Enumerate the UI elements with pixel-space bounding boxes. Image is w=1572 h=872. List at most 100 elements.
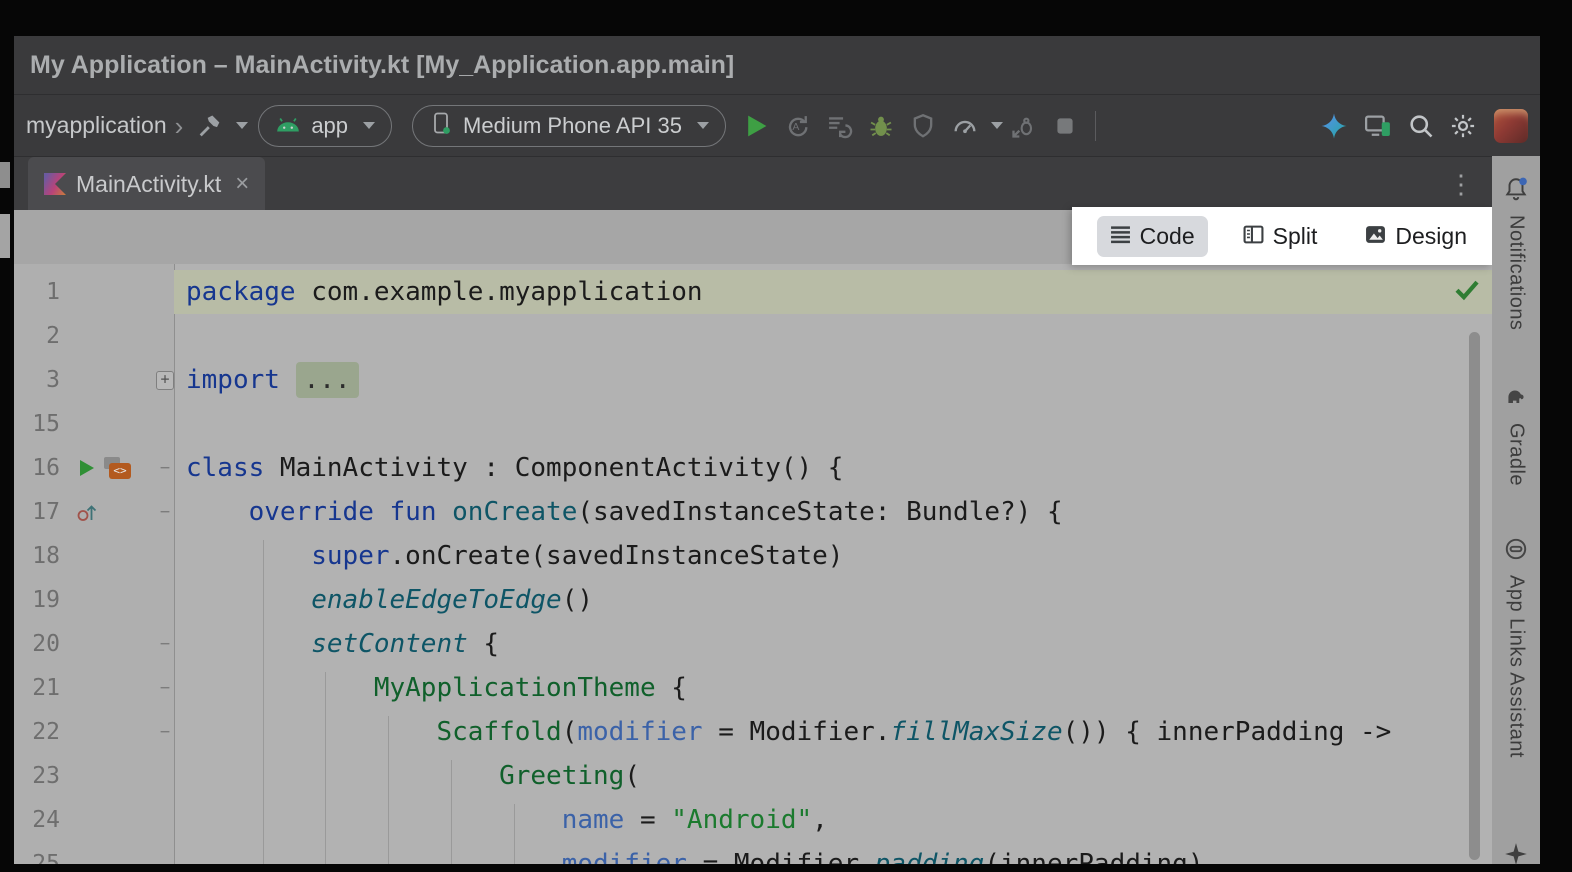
code-line[interactable]: 19 enableEdgeToEdge() [14,578,1492,622]
code-text[interactable]: setContent { [174,622,1492,666]
code-line[interactable]: 3+import ... [14,358,1492,402]
chevron-down-icon[interactable] [236,122,248,129]
tool-window-button-app-links-assistant[interactable]: App Links Assistant [1492,536,1540,758]
gutter-icons[interactable]: <> [60,446,156,490]
code-editor[interactable]: 1package com.example.myapplication23+imp… [14,264,1492,864]
more-options-icon[interactable]: ⋮ [1448,171,1474,197]
kotlin-file-icon [44,173,66,195]
code-line[interactable]: 24 name = "Android", [14,798,1492,842]
screenshot-root: My Application – MainActivity.kt [My_App… [0,0,1572,864]
view-mode-code[interactable]: Code [1097,216,1208,257]
tool-window-label: Notifications [1505,215,1528,330]
search-icon[interactable] [1407,112,1435,140]
attach-debugger-icon[interactable] [1010,112,1038,140]
code-text[interactable]: Greeting( [174,754,1492,798]
window-title: My Application – MainActivity.kt [My_App… [14,36,1540,94]
right-tool-stripe: Notifications Gradle App Links Assistant [1492,156,1540,864]
code-text[interactable]: enableEdgeToEdge() [174,578,1492,622]
fold-marker [156,534,174,578]
code-text[interactable]: MyApplicationTheme { [174,666,1492,710]
device-select[interactable]: Medium Phone API 35 [412,105,726,147]
fold-marker[interactable]: − [156,710,174,754]
code-line[interactable]: 25 modifier = Modifier.padding(innerPadd… [14,842,1492,864]
code-line[interactable]: 16 <>−class MainActivity : ComponentActiv… [14,446,1492,490]
restart-activity-icon[interactable]: A [783,112,811,140]
code-line[interactable]: 23 Greeting( [14,754,1492,798]
view-mode-split[interactable]: Split [1230,216,1331,257]
code-text[interactable]: package com.example.myapplication [174,270,1492,314]
line-number: 16 [14,446,60,490]
code-line[interactable]: 20− setContent { [14,622,1492,666]
code-line[interactable]: 21 − MyApplicationTheme { [14,666,1492,710]
fold-marker[interactable]: + [156,358,174,402]
editor-scrollbar[interactable] [1469,332,1480,860]
code-text[interactable]: Scaffold(modifier = Modifier.fillMaxSize… [174,710,1492,754]
code-line[interactable]: 1package com.example.myapplication [14,270,1492,314]
gutter-icons [60,710,156,754]
fold-marker [156,754,174,798]
split-view-icon [1243,223,1264,250]
inspection-check-icon[interactable] [1452,274,1482,309]
fold-marker [156,270,174,314]
sparkle-icon[interactable] [1503,841,1529,872]
gutter-icons[interactable] [60,490,156,534]
apply-changes-icon[interactable] [825,112,853,140]
code-text[interactable] [174,314,1492,358]
project-selector[interactable]: myapplication › [26,112,183,139]
gutter-icons [60,798,156,842]
code-line[interactable]: 15 [14,402,1492,446]
line-number: 21 [14,666,60,710]
tool-window-button-gradle[interactable]: Gradle [1492,384,1540,486]
run-gutter-icon [76,458,96,478]
gutter-icons [60,270,156,314]
fold-marker[interactable]: − [156,622,174,666]
gutter-icons [60,314,156,358]
line-number: 2 [14,314,60,358]
debug-bug-icon[interactable] [867,112,895,140]
close-icon[interactable]: × [235,170,249,198]
run-button[interactable] [743,113,769,139]
stop-icon[interactable] [1052,113,1078,139]
view-mode-design[interactable]: Design [1352,216,1480,257]
code-text[interactable]: super.onCreate(savedInstanceState) [174,534,1492,578]
code-text[interactable] [174,402,1492,446]
toolbar-separator [1095,111,1096,141]
profiler-gauge-icon[interactable] [951,112,979,140]
code-line[interactable]: 18 super.onCreate(savedInstanceState) [14,534,1492,578]
code-line[interactable]: 2 [14,314,1492,358]
fold-marker [156,314,174,358]
view-mode-label: Split [1273,223,1318,250]
fold-marker[interactable]: − [156,446,174,490]
android-head-icon [275,113,301,139]
running-devices-icon[interactable] [1363,111,1393,141]
chevron-down-icon[interactable] [991,122,1003,129]
gutter-icons [60,754,156,798]
tool-window-button-notifications[interactable]: Notifications [1492,176,1540,330]
bell-icon [1503,176,1529,207]
fold-marker[interactable]: − [156,666,174,710]
code-lines: 1package com.example.myapplication23+imp… [14,264,1492,864]
fold-marker[interactable]: − [156,490,174,534]
code-line[interactable]: 22− Scaffold(modifier = Modifier.fillMax… [14,710,1492,754]
run-configuration-select[interactable]: app [258,105,392,147]
code-text[interactable]: class MainActivity : ComponentActivity()… [174,446,1492,490]
shield-icon[interactable] [909,112,937,140]
compose-component-icon: <> [104,456,132,480]
tab-mainactivity[interactable]: MainActivity.kt × [28,157,265,211]
build-hammer-icon[interactable] [196,112,224,140]
user-avatar[interactable] [1494,109,1528,143]
code-text[interactable]: import ... [174,358,1492,402]
view-mode-switcher: Code Split Design [1072,207,1492,265]
device-label: Medium Phone API 35 [463,113,682,139]
line-number: 25 [14,842,60,864]
view-mode-label: Design [1395,223,1467,250]
settings-gear-icon[interactable] [1449,112,1477,140]
line-number: 17 [14,490,60,534]
gutter-icons [60,358,156,402]
code-text[interactable]: name = "Android", [174,798,1492,842]
gemini-sparkle-icon[interactable] [1319,111,1349,141]
indent-guide [514,804,515,864]
code-text[interactable]: override fun onCreate(savedInstanceState… [174,490,1492,534]
code-line[interactable]: 17 − override fun onCreate(savedInstanceS… [14,490,1492,534]
code-text[interactable]: modifier = Modifier.padding(innerPadding… [174,842,1492,864]
